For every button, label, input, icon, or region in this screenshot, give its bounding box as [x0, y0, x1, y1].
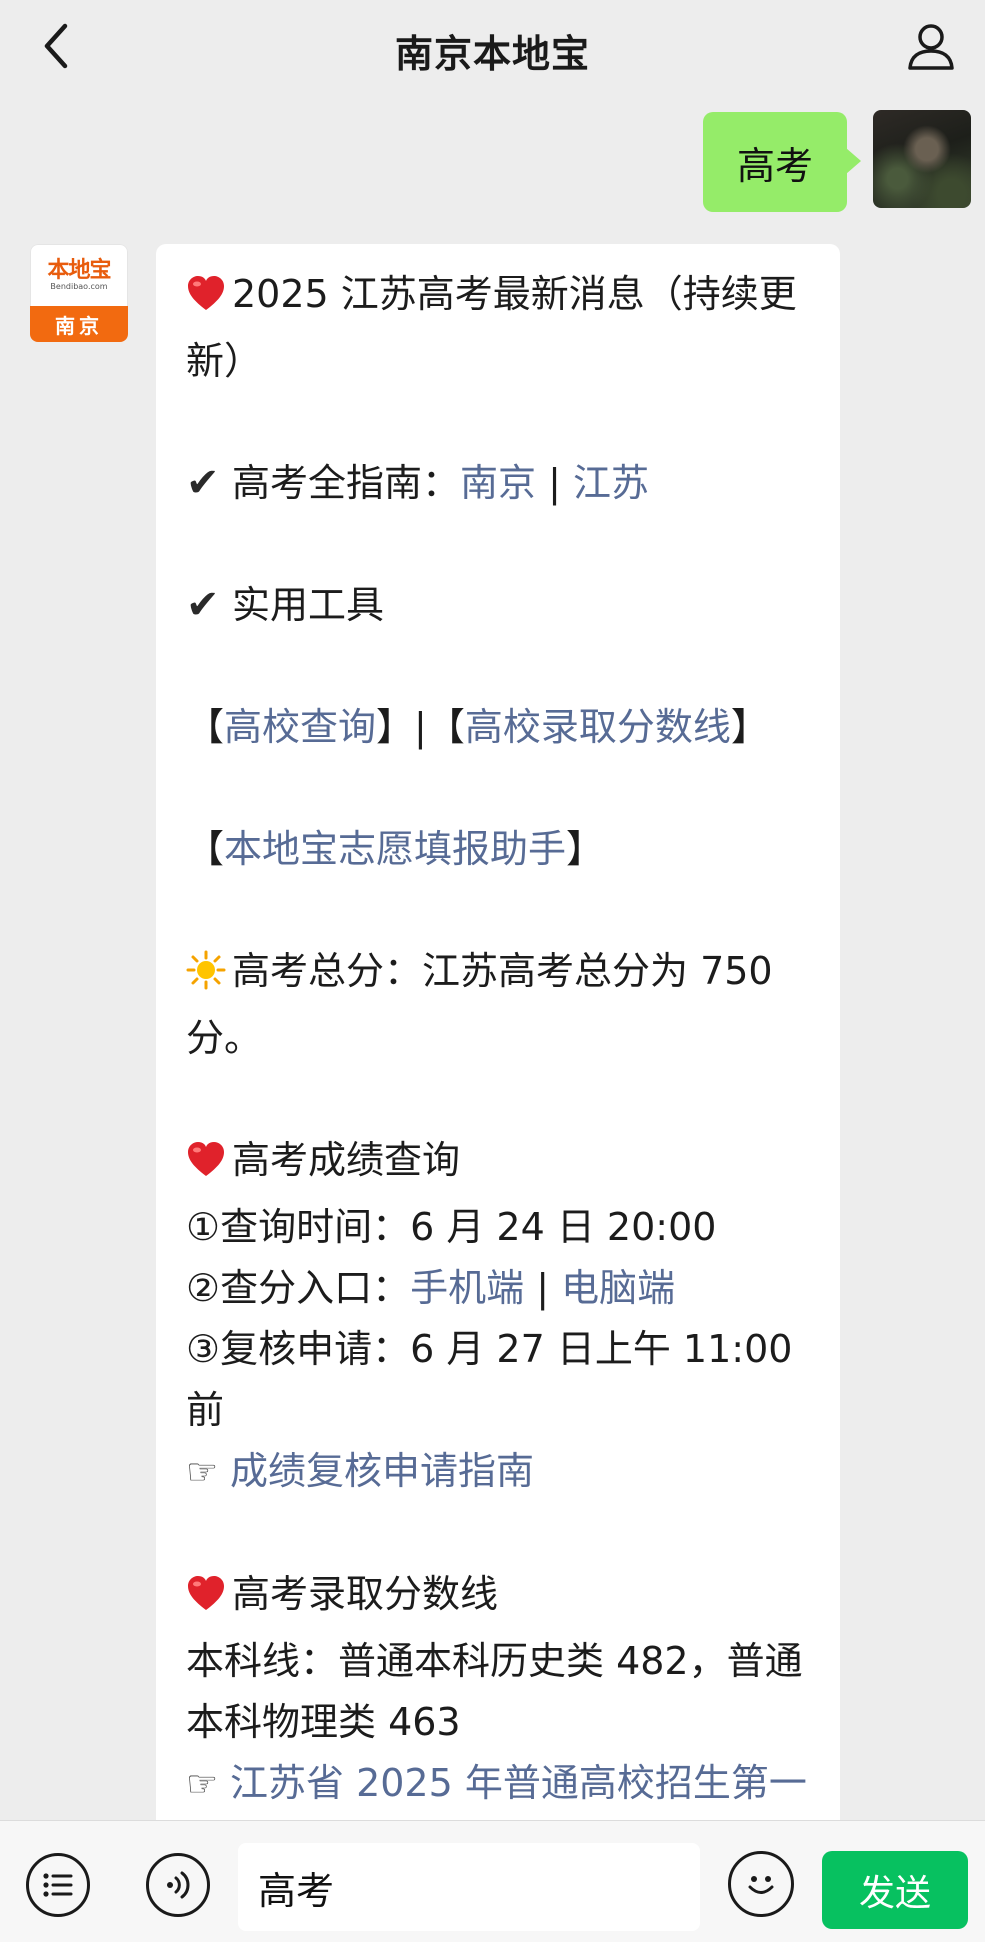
link-college-search[interactable]: 高校查询	[224, 705, 376, 749]
bot-message-row: 本地宝 Bendibao.com 南京 2025 江苏高考最新消息（持续更新） …	[30, 244, 840, 1820]
bot-message-bubble[interactable]: 2025 江苏高考最新消息（持续更新） ✔ 高考全指南：南京 | 江苏 ✔ 实用工具…	[156, 244, 840, 1820]
bracket-open: 【	[186, 827, 225, 871]
link-jiangsu[interactable]: 江苏	[573, 461, 649, 505]
link-review-guide[interactable]: 成绩复核申请指南	[230, 1449, 534, 1493]
heart-icon	[186, 1570, 232, 1631]
headline-text: 2025 江苏高考最新消息（持续更新）	[186, 272, 797, 383]
score-item-time: ①查询时间：6 月 24 日 20:00	[186, 1205, 717, 1249]
heart-icon	[186, 270, 232, 331]
cutoff-link-line: ☞江苏省 2025 年普通高校招生第一阶段录取控制分数线	[186, 1753, 810, 1820]
back-button[interactable]	[28, 18, 84, 74]
emoji-button[interactable]	[728, 1851, 794, 1917]
my-message-row: 高考	[702, 110, 971, 212]
bracket-open: 【	[186, 705, 225, 749]
chat-title: 南京本地宝	[394, 31, 590, 76]
check-icon: ✔	[186, 582, 220, 628]
cutoff-text: 本科线：普通本科历史类 482，普通本科物理类 463	[186, 1639, 803, 1744]
score-title-line: 高考成绩查询	[186, 1130, 810, 1197]
message-input[interactable]	[238, 1843, 700, 1931]
link-admission-scores[interactable]: 高校录取分数线	[465, 705, 731, 749]
pointing-hand-icon: ☞	[186, 1452, 219, 1493]
score-item-entry: ②查分入口：手机端 | 电脑端	[186, 1258, 810, 1319]
separator: |	[548, 461, 561, 505]
input-bar: 发送	[0, 1820, 985, 1942]
back-icon	[44, 23, 68, 69]
top-bar: 南京本地宝	[0, 0, 985, 100]
assistant-line: 【本地宝志愿填报助手】	[186, 819, 810, 880]
tools-line: ✔ 实用工具	[186, 575, 810, 636]
brand-city: 南京	[30, 306, 128, 342]
check-icon: ✔	[186, 460, 220, 506]
emoji-icon	[748, 1876, 774, 1894]
voice-icon	[167, 1871, 190, 1899]
voice-button[interactable]	[146, 1853, 210, 1917]
profile-button[interactable]	[899, 14, 963, 78]
guide-label: 高考全指南：	[232, 461, 461, 505]
total-score-line: 高考总分：江苏高考总分为 750 分。	[186, 941, 810, 1069]
brand-logo: 本地宝 Bendibao.com	[30, 244, 128, 306]
score-title: 高考成绩查询	[232, 1138, 461, 1182]
score-item-review: ③复核申请：6 月 27 日上午 11:00 前	[186, 1327, 793, 1432]
heart-icon	[186, 1136, 232, 1197]
link-application-assistant[interactable]: 本地宝志愿填报助手	[224, 827, 566, 871]
score-entry-label: ②查分入口：	[186, 1266, 411, 1310]
send-button[interactable]: 发送	[822, 1851, 968, 1929]
cutoff-title-line: 高考录取分数线	[186, 1564, 810, 1631]
review-guide-line: ☞ 成绩复核申请指南	[186, 1441, 810, 1503]
link-cutoff-scores[interactable]: 江苏省 2025 年普通高校招生第一阶段录取控制分数线	[186, 1761, 807, 1820]
brand-site: Bendibao.com	[50, 282, 108, 291]
link-nanjing[interactable]: 南京	[460, 461, 536, 505]
brand-name: 本地宝	[47, 257, 111, 283]
separator: |	[414, 705, 427, 749]
bot-avatar[interactable]: 本地宝 Bendibao.com 南京	[30, 244, 128, 342]
menu-list-icon	[43, 1873, 73, 1897]
total-score-text: 高考总分：江苏高考总分为 750 分。	[186, 949, 773, 1060]
profile-icon	[908, 24, 954, 70]
guide-line: ✔ 高考全指南：南京 | 江苏	[186, 453, 810, 514]
sun-icon	[186, 947, 232, 1008]
bracket-close: 】	[730, 705, 769, 749]
link-desktop[interactable]: 电脑端	[561, 1266, 675, 1310]
my-avatar[interactable]	[873, 110, 971, 208]
pointing-hand-icon: ☞	[186, 1764, 219, 1805]
bracket-close: 】	[566, 827, 605, 871]
headline: 2025 江苏高考最新消息（持续更新）	[186, 264, 810, 392]
tools-label: 实用工具	[232, 583, 385, 627]
separator: |	[536, 1266, 549, 1310]
cutoff-title: 高考录取分数线	[232, 1572, 499, 1616]
my-message-bubble[interactable]: 高考	[702, 112, 862, 212]
link-mobile[interactable]: 手机端	[410, 1266, 524, 1310]
tools-links-line: 【高校查询】|【高校录取分数线】	[186, 697, 810, 758]
bracket-close: 】	[376, 705, 415, 749]
bracket-open: 【	[426, 705, 465, 749]
chat-area[interactable]: 高考 本地宝 Bendibao.com 南京 2025 江苏高考最新消息（持续更…	[0, 100, 985, 1820]
menu-button[interactable]	[26, 1853, 90, 1917]
